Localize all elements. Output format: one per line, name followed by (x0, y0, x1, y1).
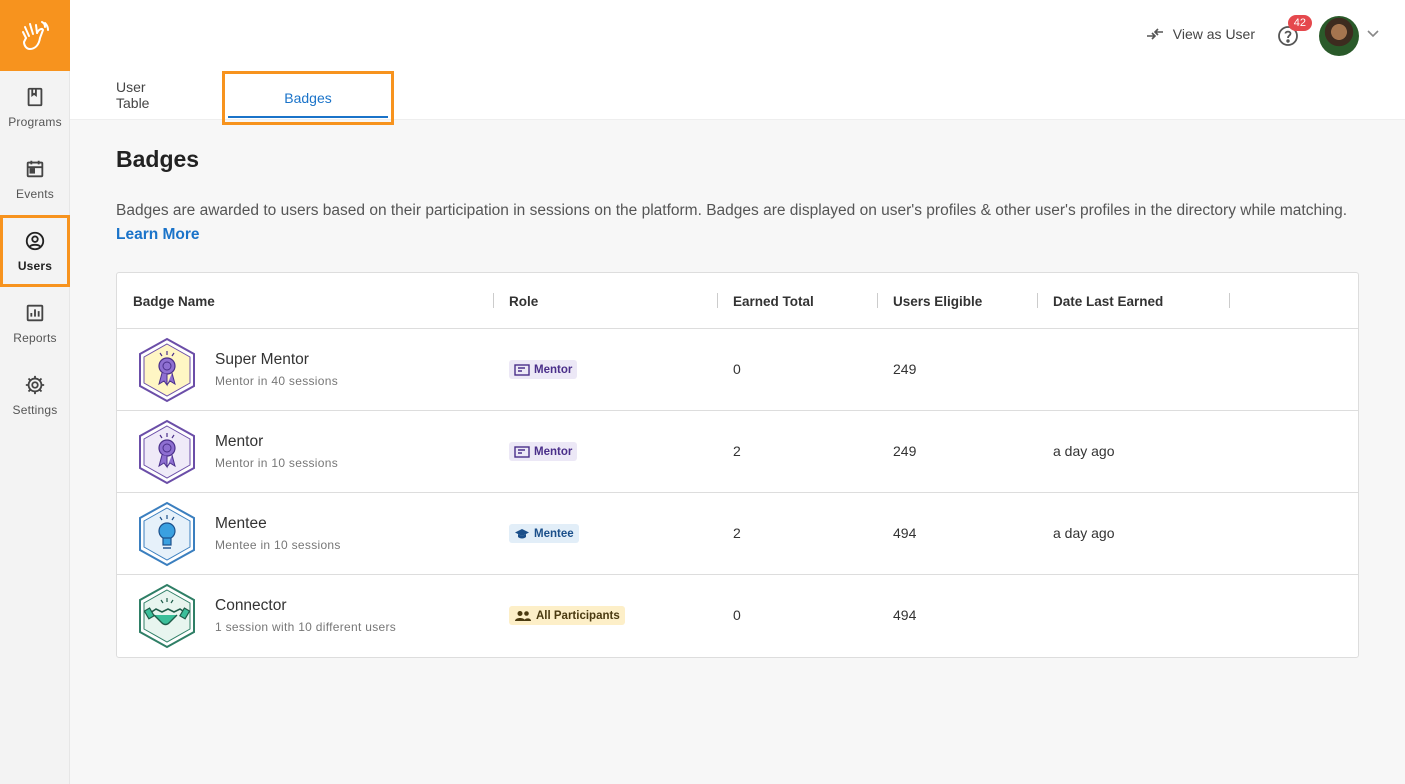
user-circle-icon (25, 231, 45, 250)
active-tab-indicator (228, 116, 388, 118)
badge-name: Connector (215, 597, 287, 614)
badge-description: Mentee in 10 sessions (215, 538, 341, 552)
tab-bar: User Table Badges (70, 71, 1405, 125)
column-header-date-last-earned[interactable]: Date Last Earned (1053, 294, 1163, 309)
page-description: Badges are awarded to users based on the… (116, 202, 1348, 219)
badge-description: 1 session with 10 different users (215, 620, 397, 634)
column-header-users-eligible[interactable]: Users Eligible (893, 294, 982, 309)
tab-badges[interactable]: Badges (222, 71, 394, 125)
badge-name: Mentor (215, 433, 264, 450)
table-row[interactable]: Mentor Mentor in 10 sessions Mentor 2 24… (117, 411, 1358, 493)
notification-badge: 42 (1287, 15, 1312, 31)
date-last-earned: a day ago (1053, 443, 1115, 459)
app-logo[interactable] (0, 0, 70, 71)
earned-total: 0 (733, 361, 741, 377)
column-divider[interactable] (493, 293, 494, 308)
connector-badge-icon (139, 583, 195, 649)
column-divider[interactable] (877, 293, 878, 308)
earned-total: 0 (733, 607, 741, 623)
sidebar-item-programs[interactable]: Programs (0, 71, 70, 143)
graduation-cap-icon (515, 528, 529, 538)
role-tag-all-participants: All Participants (509, 606, 625, 625)
sidebar-item-events[interactable]: Events (0, 143, 70, 215)
waving-hand-icon (22, 20, 49, 50)
column-divider[interactable] (717, 293, 718, 308)
badge-description: Mentor in 40 sessions (215, 374, 339, 388)
presentation-icon (514, 363, 530, 376)
swap-arrows-icon (1146, 28, 1163, 40)
tab-badges-label: Badges (284, 90, 332, 106)
calendar-icon (26, 160, 44, 177)
bookmark-icon (27, 87, 43, 106)
gear-icon (25, 375, 45, 394)
users-eligible: 249 (893, 361, 917, 377)
badge-name: Mentee (215, 515, 267, 532)
role-label: All Participants (536, 609, 620, 622)
super-mentor-badge-icon (139, 337, 195, 403)
column-header-earned-total[interactable]: Earned Total (733, 294, 814, 309)
main-content: Badges Badges are awarded to users based… (116, 120, 1359, 658)
top-bar: View as User 42 (70, 0, 1405, 71)
badges-table: Badge Name Role Earned Total Users Eligi… (116, 272, 1359, 658)
earned-total: 2 (733, 525, 741, 541)
learn-more-link[interactable]: Learn More (116, 226, 200, 243)
chevron-down-icon[interactable] (1367, 30, 1379, 38)
sidebar-item-reports[interactable]: Reports (0, 287, 70, 359)
column-divider[interactable] (1037, 293, 1038, 308)
badge-name: Super Mentor (215, 351, 309, 368)
users-eligible: 494 (893, 607, 917, 623)
earned-total: 2 (733, 443, 741, 459)
view-as-user-button[interactable]: View as User (1145, 26, 1255, 42)
sidebar-item-label: Users (17, 258, 53, 273)
mentee-badge-icon (139, 501, 195, 567)
sidebar-item-label: Events (16, 186, 54, 201)
role-tag-mentee: Mentee (509, 524, 579, 543)
sidebar-item-label: Programs (8, 114, 62, 129)
page-title: Badges (116, 146, 200, 172)
column-divider[interactable] (1229, 293, 1230, 308)
role-tag-mentor: Mentor (509, 360, 578, 379)
chart-icon (26, 304, 44, 321)
badge-description: Mentor in 10 sessions (215, 456, 339, 470)
users-eligible: 494 (893, 525, 917, 541)
table-row[interactable]: Super Mentor Mentor in 40 sessions Mento… (117, 329, 1358, 411)
role-label: Mentee (534, 527, 574, 540)
role-label: Mentor (534, 445, 573, 458)
column-header-role[interactable]: Role (509, 294, 538, 309)
view-as-user-label: View as User (1172, 26, 1255, 42)
mentor-badge-icon (139, 419, 195, 485)
table-row[interactable]: Mentee Mentee in 10 sessions Mentee 2 49… (117, 493, 1358, 575)
sidebar-item-label: Reports (13, 330, 57, 345)
date-last-earned: a day ago (1053, 525, 1115, 541)
sidebar-item-users[interactable]: Users (0, 215, 70, 287)
table-header: Badge Name Role Earned Total Users Eligi… (117, 273, 1358, 329)
table-row[interactable]: Connector 1 session with 10 different us… (117, 575, 1358, 657)
sidebar-item-label: Settings (12, 402, 58, 417)
avatar[interactable] (1319, 16, 1359, 56)
presentation-icon (514, 445, 530, 458)
users-eligible: 249 (893, 443, 917, 459)
sidebar-item-settings[interactable]: Settings (0, 359, 70, 431)
column-header-badge-name[interactable]: Badge Name (133, 294, 215, 309)
tab-user-table[interactable]: User Table (116, 71, 180, 119)
role-label: Mentor (534, 363, 573, 376)
role-tag-mentor: Mentor (509, 442, 578, 461)
sidebar: Programs Events Users Reports Settings (0, 0, 70, 784)
group-icon (515, 610, 531, 621)
